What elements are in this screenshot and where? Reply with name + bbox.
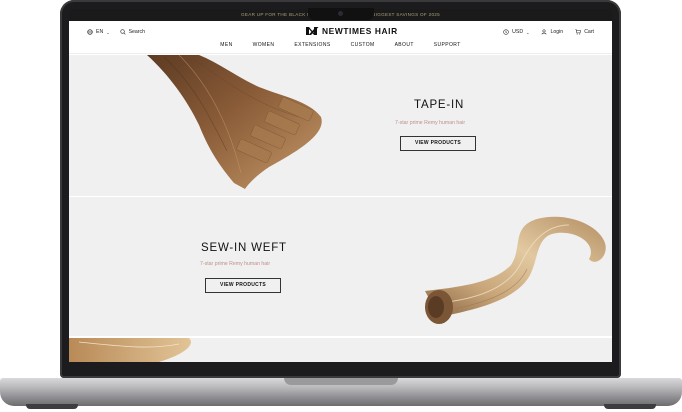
camera-icon [338, 11, 343, 16]
header-left-utilities: EN ⌄ Search [87, 27, 145, 37]
tape-in-banner[interactable]: TAPE-IN 7-star prime Remy human hair VIE… [69, 55, 612, 196]
currency-selector[interactable]: $ USD ⌄ [503, 29, 529, 35]
brand-name: NEWTIMES HAIR [322, 26, 398, 36]
nav-item-support[interactable]: SUPPORT [434, 42, 461, 48]
cart-label: Cart [584, 29, 594, 35]
user-icon [542, 29, 547, 35]
nav-item-extensions[interactable]: EXTENSIONS [294, 42, 330, 48]
login-label: Login [550, 29, 564, 35]
brand-logo[interactable]: NEWTIMES HAIR [305, 26, 398, 36]
cart-button[interactable]: Cart [575, 29, 594, 35]
currency-label: USD [512, 29, 524, 35]
language-selector[interactable]: EN ⌄ [87, 29, 110, 35]
currency-icon: $ [503, 29, 509, 35]
nav-item-about[interactable]: ABOUT [395, 42, 414, 48]
next-banner-partial [69, 338, 612, 362]
header-right-utilities: $ USD ⌄ Login Cart [503, 27, 594, 37]
tape-in-hair-image [147, 55, 322, 189]
laptop-base [0, 378, 682, 406]
laptop-opening-lip [284, 378, 398, 385]
camera-notch [308, 8, 374, 20]
search-button[interactable]: Search [119, 29, 146, 35]
globe-icon [87, 29, 93, 35]
site-header: EN ⌄ Search NEWTIMES HAIR $ USD ⌄ Login [69, 21, 612, 54]
chevron-down-icon: ⌄ [106, 29, 110, 35]
search-label: Search [128, 29, 146, 35]
nav-item-men[interactable]: MEN [220, 42, 232, 48]
cart-icon [575, 29, 582, 35]
sew-in-weft-banner[interactable]: SEW-IN WEFT 7-star prime Remy human hair… [69, 197, 612, 336]
hair-image-partial [69, 338, 191, 362]
svg-text:$: $ [505, 30, 507, 34]
tape-in-view-products-button[interactable]: VIEW PRODUCTS [400, 136, 476, 151]
search-icon [119, 29, 126, 35]
sew-in-weft-view-products-button[interactable]: VIEW PRODUCTS [205, 278, 281, 293]
tape-in-title: TAPE-IN [414, 99, 465, 111]
nav-item-women[interactable]: WOMEN [253, 42, 275, 48]
main-navigation: MEN WOMEN EXTENSIONS CUSTOM ABOUT SUPPOR… [69, 42, 612, 48]
tape-in-subtitle: 7-star prime Remy human hair [395, 120, 466, 126]
nav-item-custom[interactable]: CUSTOM [351, 42, 375, 48]
chevron-down-icon: ⌄ [526, 29, 530, 35]
laptop-foot-right [604, 404, 656, 409]
sew-in-weft-hair-image [425, 216, 606, 324]
brand-mark-icon [306, 27, 319, 35]
laptop-foot-left [26, 404, 78, 409]
sew-in-weft-title: SEW-IN WEFT [201, 242, 287, 254]
sew-in-weft-subtitle: 7-star prime Remy human hair [200, 261, 271, 267]
language-label: EN [96, 29, 104, 35]
browser-screen: GEAR UP FOR THE BLACK FRIDAY DEALS WITH … [69, 9, 612, 362]
login-button[interactable]: Login [541, 29, 563, 35]
